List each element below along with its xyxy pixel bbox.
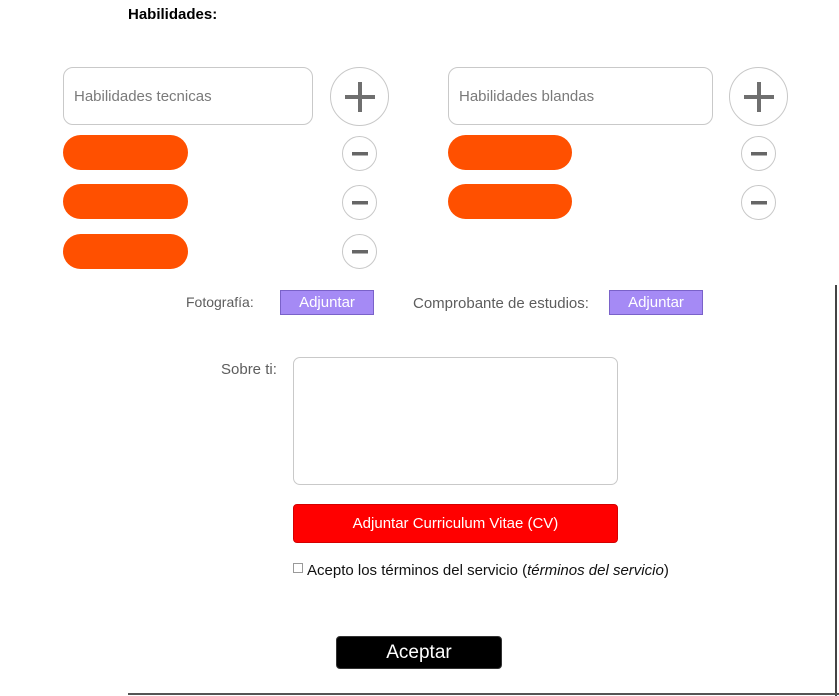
minus-icon [750, 200, 767, 204]
about-label: Sobre ti: [221, 361, 277, 378]
soft-skills-input[interactable] [448, 67, 713, 125]
plus-icon [743, 81, 774, 112]
technical-skill-tag-1 [63, 135, 188, 170]
accept-button[interactable]: Aceptar [336, 636, 502, 669]
studies-label: Comprobante de estudios: [413, 295, 589, 312]
minus-icon [351, 151, 368, 155]
soft-skill-tag-1 [448, 135, 572, 170]
minus-icon [351, 249, 368, 253]
remove-technical-skill-3-button[interactable] [342, 234, 377, 269]
remove-technical-skill-1-button[interactable] [342, 136, 377, 171]
remove-soft-skill-1-button[interactable] [741, 136, 776, 171]
terms-text: Acepto los términos del servicio (términ… [307, 562, 669, 579]
section-title: Habilidades: [128, 6, 218, 23]
minus-icon [750, 151, 767, 155]
photo-label: Fotografía: [186, 294, 254, 310]
plus-icon [344, 81, 375, 112]
technical-skills-input[interactable] [63, 67, 313, 125]
remove-technical-skill-2-button[interactable] [342, 185, 377, 220]
soft-skill-tag-2 [448, 184, 572, 219]
terms-label: Acepto los términos del servicio ( [307, 562, 528, 579]
terms-link[interactable]: términos del servicio [527, 562, 664, 579]
add-technical-skill-button[interactable] [330, 67, 389, 126]
technical-skill-tag-2 [63, 184, 188, 219]
attach-photo-button[interactable]: Adjuntar [280, 290, 374, 315]
attach-studies-button[interactable]: Adjuntar [609, 290, 703, 315]
terms-checkbox[interactable] [293, 563, 303, 573]
technical-skill-tag-3 [63, 234, 188, 269]
terms-close: ) [663, 562, 669, 579]
add-soft-skill-button[interactable] [729, 67, 788, 126]
remove-soft-skill-2-button[interactable] [741, 185, 776, 220]
attach-cv-button[interactable]: Adjuntar Curriculum Vitae (CV) [293, 504, 618, 543]
bottom-divider [128, 693, 839, 695]
about-textarea[interactable] [293, 357, 618, 485]
scrollbar[interactable] [835, 285, 837, 696]
minus-icon [351, 200, 368, 204]
